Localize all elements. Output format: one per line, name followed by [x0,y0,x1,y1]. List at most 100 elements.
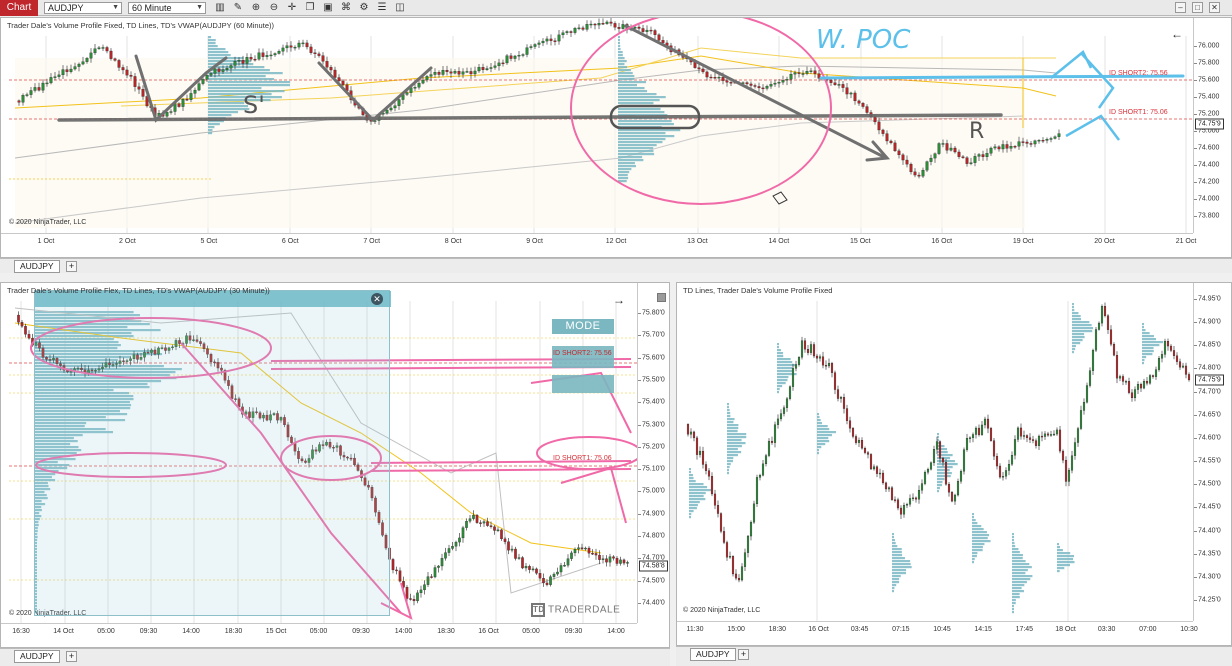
corner-settings-icon[interactable] [657,293,666,302]
right-volume-profile-bar [1072,345,1076,348]
right-candle [1157,358,1161,370]
right-volume-profile-bar [689,513,692,516]
left-candle [594,553,598,556]
close-icon[interactable]: ✕ [371,293,383,305]
bar-style-icon[interactable]: ▥ [214,2,226,14]
top-candle [21,95,25,103]
zoom-in-icon[interactable]: ⊕ [250,2,262,14]
right-candle [1037,435,1041,446]
left-y-tick [638,536,641,538]
interval-selector[interactable]: 60 Minute ▼ [128,2,206,14]
right-y-tick [1194,299,1197,300]
top-candle [853,92,857,102]
top-volume-profile-bar [618,48,621,51]
top-candle [705,71,709,78]
right-volume-profile-bar [892,572,907,575]
top-candle [413,87,417,89]
right-volume-profile-bar [937,472,952,475]
top-poc-note: W. POC [816,25,911,55]
right-price-axis[interactable]: 74.95'0 74.90'0 74.85'0 74.80'0 74.70'0 74.65… [1193,283,1231,621]
right-volume-profile-bar [1012,572,1026,575]
overlay-icon[interactable]: ◫ [394,2,406,14]
image-icon[interactable]: ▣ [322,2,334,14]
top-candle [241,60,245,64]
volume-profile-flex-zone[interactable]: ✕ [34,290,391,616]
top-candle [553,40,557,42]
right-chart-panel[interactable]: TD Lines, Trader Dale's Volume Profile F… [676,282,1232,646]
right-y-tick [1194,414,1197,416]
right-volume-profile-bar [1142,341,1164,344]
top-volume-profile-bar [208,126,215,129]
top-time-axis[interactable]: 1 Oct 2 Oct 5 Oct 6 Oct 7 Oct 8 Oct 9 Oct 12 Oc… [1,233,1196,257]
copy-icon[interactable]: ❐ [304,2,316,14]
top-volume-profile-bar [618,156,643,159]
right-volume-profile-bar [689,498,706,501]
right-candle [851,428,855,437]
right-volume-profile-bar [972,555,977,558]
top-candle [329,67,333,71]
properties-icon[interactable]: ☰ [376,2,388,14]
add-tab-button-right[interactable]: + [738,649,749,660]
right-candle [728,556,732,558]
right-candle [1154,369,1158,377]
left-candle [472,514,475,519]
right-candle [749,522,753,537]
top-candle [1021,141,1025,143]
right-volume-profile-bar [1072,312,1079,315]
left-candle [503,538,507,542]
right-candle [935,441,939,450]
top-candle [189,93,193,100]
top-price-axis[interactable]: 76.000 75.800 75.600 75.400 75.200 75.000 74.6… [1193,18,1231,233]
top-x-label: 7 Oct [363,238,381,245]
right-price-plot[interactable] [677,283,1193,621]
tab-audjpy-left[interactable]: AUDJPY [14,650,60,663]
right-candle [1019,427,1023,437]
top-candle [601,23,605,25]
top-candle [749,83,753,86]
right-volume-profile-bar [892,551,902,554]
top-volume-profile-bar [618,120,672,123]
right-volume-profile-bar [1142,329,1146,332]
profile-mode-button[interactable] [552,375,614,393]
add-tab-button[interactable]: + [66,261,77,272]
tab-audjpy[interactable]: AUDJPY [14,260,60,273]
left-y-tick [638,357,641,359]
chart-menu-button[interactable]: Chart [0,0,38,16]
mode-button[interactable]: MODE [552,319,614,334]
arrow-left-icon[interactable]: ← [1171,27,1183,41]
top-volume-profile-bar [208,123,220,126]
crosshair-icon[interactable]: ✛ [286,2,298,14]
top-candle [541,40,545,44]
tab-audjpy-right[interactable]: AUDJPY [690,648,736,661]
instrument-selector[interactable]: AUDJPY ▼ [44,2,122,14]
top-candle [277,51,281,54]
top-candle [97,47,101,49]
top-candle [849,92,853,95]
right-candle [1145,381,1149,384]
top-y-tick [1194,216,1197,217]
top-candle [549,38,553,41]
top-candle [29,90,33,95]
zoom-out-icon[interactable]: ⊖ [268,2,280,14]
maximize-button[interactable]: □ [1192,2,1203,13]
close-button[interactable]: ✕ [1209,2,1220,13]
strategy-icon[interactable]: ⌘ [340,2,352,14]
indicators-icon[interactable]: ⚙ [358,2,370,14]
top-chart-panel[interactable]: Trader Dale's Volume Profile Fixed, TD L… [0,17,1232,258]
top-price-plot[interactable]: W. POC S' R [1,18,1193,233]
arrow-right-icon[interactable]: → [613,293,625,307]
left-time-axis[interactable]: 16:30 14 Oct 05:00 09:30 14:00 18:30 15 Oct 05:… [1,623,637,647]
left-price-axis[interactable]: 75.80'0 75.70'0 75.60'0 75.50'0 75.40'0 75.30… [637,283,669,623]
right-candle [791,368,795,387]
top-candle [85,58,89,62]
top-candle [141,89,145,97]
top-candle [81,61,85,65]
right-time-axis[interactable]: 11:30 15:00 18:30 16 Oct 03:45 07:15 10:45 14:1… [677,621,1198,645]
right-candle [1034,440,1038,446]
pencil-icon[interactable]: ✎ [232,2,244,14]
top-x-label: 20 Oct [1094,238,1115,245]
top-candle [309,46,313,53]
add-tab-button-left[interactable]: + [66,651,77,662]
minimize-button[interactable]: – [1175,2,1186,13]
right-candle [1085,385,1089,403]
